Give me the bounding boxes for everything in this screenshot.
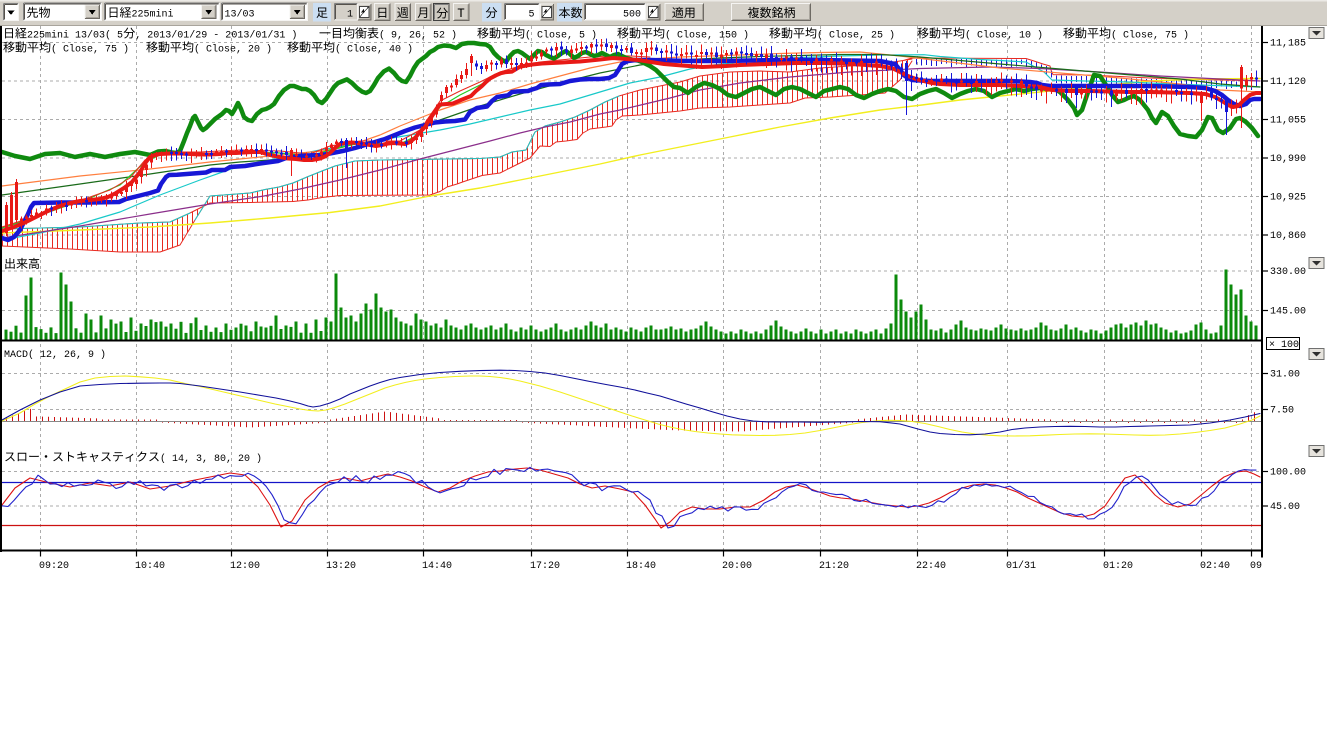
svg-text:11,185: 11,185 <box>1270 39 1306 50</box>
svg-text:100.00: 100.00 <box>1270 468 1306 479</box>
svg-text:( Close, 150 ): ( Close, 150 ) <box>665 30 749 42</box>
svg-text:45.00: 45.00 <box>1270 502 1300 513</box>
svg-text:500: 500 <box>623 10 641 21</box>
svg-text:( Close, 75 ): ( Close, 75 ) <box>51 44 129 56</box>
svg-text:225mini 13/03( 5: 225mini 13/03( 5 <box>27 30 123 42</box>
svg-text:09: 09 <box>1250 561 1262 572</box>
svg-text:( Close, 20 ): ( Close, 20 ) <box>194 44 272 56</box>
svg-text:( Close, 40 ): ( Close, 40 ) <box>335 44 413 56</box>
svg-text:225mini: 225mini <box>132 9 174 21</box>
svg-text:11,120: 11,120 <box>1270 77 1306 88</box>
svg-text:01/31: 01/31 <box>1006 560 1036 572</box>
svg-text:02:40: 02:40 <box>1200 561 1230 572</box>
svg-text:09:20: 09:20 <box>39 561 69 572</box>
svg-text:11,055: 11,055 <box>1270 116 1306 127</box>
svg-text:T: T <box>457 7 465 21</box>
svg-text:10,990: 10,990 <box>1270 154 1306 165</box>
svg-text:13:20: 13:20 <box>326 561 356 572</box>
svg-text:20:00: 20:00 <box>722 561 752 572</box>
svg-text:, 2013/01/29 - 2013/01/31 ): , 2013/01/29 - 2013/01/31 ) <box>135 30 297 42</box>
svg-text:( Close, 75 ): ( Close, 75 ) <box>1111 30 1189 42</box>
svg-text:22:40: 22:40 <box>916 561 946 572</box>
svg-text:10:40: 10:40 <box>135 561 165 572</box>
svg-text:( Close, 5 ): ( Close, 5 ) <box>525 30 597 42</box>
svg-text:( Close, 25 ): ( Close, 25 ) <box>817 30 895 42</box>
svg-text:12:00: 12:00 <box>230 561 260 572</box>
svg-text:18:40: 18:40 <box>626 561 656 572</box>
svg-text:5: 5 <box>528 10 534 21</box>
svg-text:( 14, 3, 80, 20 ): ( 14, 3, 80, 20 ) <box>160 453 262 465</box>
svg-text:7.50: 7.50 <box>1270 406 1294 417</box>
svg-text:17:20: 17:20 <box>530 561 560 572</box>
svg-text:145.00: 145.00 <box>1270 307 1306 318</box>
svg-text:10,860: 10,860 <box>1270 231 1306 242</box>
svg-text:13/03: 13/03 <box>225 9 255 21</box>
svg-text:01:20: 01:20 <box>1103 561 1133 572</box>
svg-text:MACD( 12, 26, 9 ): MACD( 12, 26, 9 ) <box>4 349 106 361</box>
svg-text:( 9, 26, 52 ): ( 9, 26, 52 ) <box>379 30 457 42</box>
svg-text:× 100: × 100 <box>1269 340 1299 351</box>
svg-text:14:40: 14:40 <box>422 561 452 572</box>
svg-text:330.00: 330.00 <box>1270 267 1306 278</box>
svg-text:( Close, 10 ): ( Close, 10 ) <box>965 30 1043 42</box>
svg-text:21:20: 21:20 <box>819 561 849 572</box>
svg-text:1: 1 <box>347 10 353 21</box>
svg-text:10,925: 10,925 <box>1270 193 1306 204</box>
svg-text:31.00: 31.00 <box>1270 370 1300 381</box>
